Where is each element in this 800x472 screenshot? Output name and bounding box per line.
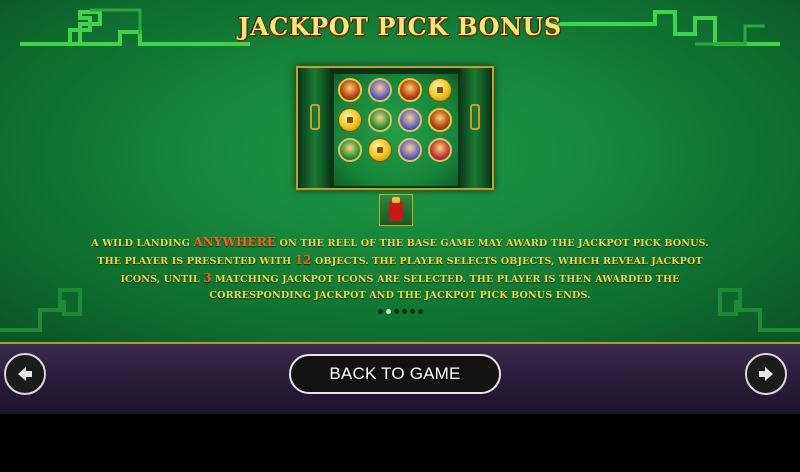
page-dot	[377, 309, 383, 314]
page-dot	[417, 309, 423, 314]
pick-object-char	[428, 108, 452, 132]
desc-text-4: matching jackpot icons are selected. The…	[209, 274, 680, 301]
pick-object-red	[428, 138, 452, 162]
page-dot	[401, 309, 407, 314]
page-dot	[409, 309, 415, 314]
help-panel: JACKPOT PICK BONUS A wild landing ANYWHE…	[0, 0, 800, 342]
prev-page-button[interactable]	[4, 353, 46, 395]
arrow-left-icon	[18, 367, 32, 381]
page-title: JACKPOT PICK BONUS	[238, 12, 562, 41]
arrow-right-icon	[759, 367, 773, 381]
pick-object-blue	[398, 138, 422, 162]
letterbox-bottom	[0, 414, 800, 472]
pick-object-green	[338, 138, 362, 162]
page-indicator	[0, 309, 800, 314]
pick-object-char	[338, 78, 362, 102]
page-dot	[393, 309, 399, 314]
pick-object-coin	[368, 138, 392, 162]
bonus-description: A wild landing ANYWHERE on the reel of t…	[90, 234, 710, 304]
bonus-preview-image	[296, 66, 494, 190]
fret-border-bottom-left	[0, 288, 82, 332]
pick-object-char	[398, 78, 422, 102]
next-page-button[interactable]	[745, 353, 787, 395]
back-to-game-button[interactable]: BACK TO GAME	[289, 354, 501, 394]
desc-text-1: A wild landing	[91, 238, 194, 249]
desc-highlight-matches: 3	[203, 271, 212, 285]
pick-object-coin	[428, 78, 452, 102]
page-dot	[385, 309, 391, 314]
wild-symbol-icon	[379, 194, 413, 226]
pick-object-coin	[338, 108, 362, 132]
pick-object-grid	[338, 78, 454, 162]
pillar-right	[460, 68, 490, 188]
pick-object-blue	[398, 108, 422, 132]
desc-highlight-count: 12	[294, 253, 312, 267]
fret-border-bottom-right	[718, 288, 800, 332]
pillar-left	[300, 68, 330, 188]
pick-object-green	[368, 108, 392, 132]
pick-object-blue	[368, 78, 392, 102]
desc-highlight-anywhere: ANYWHERE	[193, 235, 277, 249]
